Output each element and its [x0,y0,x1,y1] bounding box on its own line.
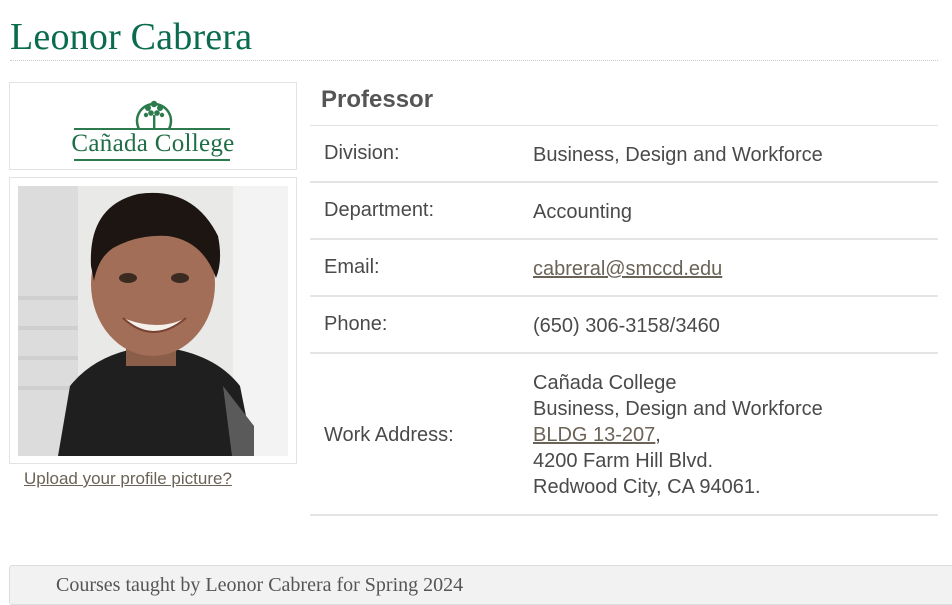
address-city: Redwood City, CA 94061. [533,476,761,498]
email-row: Email: cabreral@smccd.edu [310,240,938,297]
courses-panel-heading: Courses taught by Leonor Cabrera for Spr… [56,574,464,596]
logo-text: Cañada College [71,130,235,157]
email-label: Email: [324,256,380,278]
page-title: Leonor Cabrera [10,16,253,58]
profile-details: Professor Division: Business, Design and… [310,82,938,516]
title-divider [10,60,938,61]
division-row: Division: Business, Design and Workforce [310,126,938,183]
profile-photo-image [18,186,288,456]
courses-panel[interactable]: Courses taught by Leonor Cabrera for Spr… [9,565,952,605]
work-address-label: Work Address: [324,424,454,446]
email-link[interactable]: cabreral@smccd.edu [533,256,722,282]
upload-profile-picture-link[interactable]: Upload your profile picture? [24,469,232,489]
phone-value: (650) 306-3158/3460 [533,315,720,337]
department-value: Accounting [533,201,632,223]
address-division: Business, Design and Workforce [533,398,823,420]
logo-rule-bottom [74,159,230,161]
department-row: Department: Accounting [310,183,938,240]
division-label: Division: [324,142,400,164]
department-label: Department: [324,199,435,221]
building-suffix: , [655,424,661,446]
address-building-line: BLDG 13-207, [533,422,823,448]
work-address-row: Work Address: Cañada College Business, D… [310,354,938,516]
phone-label: Phone: [324,313,388,335]
work-address-value: Cañada College Business, Design and Work… [533,370,823,500]
profile-photo [9,177,297,464]
address-street: 4200 Farm Hill Blvd. [533,450,714,472]
college-logo: Cañada College [9,82,297,170]
building-link[interactable]: BLDG 13-207 [533,424,655,446]
division-value: Business, Design and Workforce [533,144,823,166]
address-college: Cañada College [533,372,677,394]
phone-row: Phone: (650) 306-3158/3460 [310,297,938,354]
job-title: Professor [310,82,938,126]
